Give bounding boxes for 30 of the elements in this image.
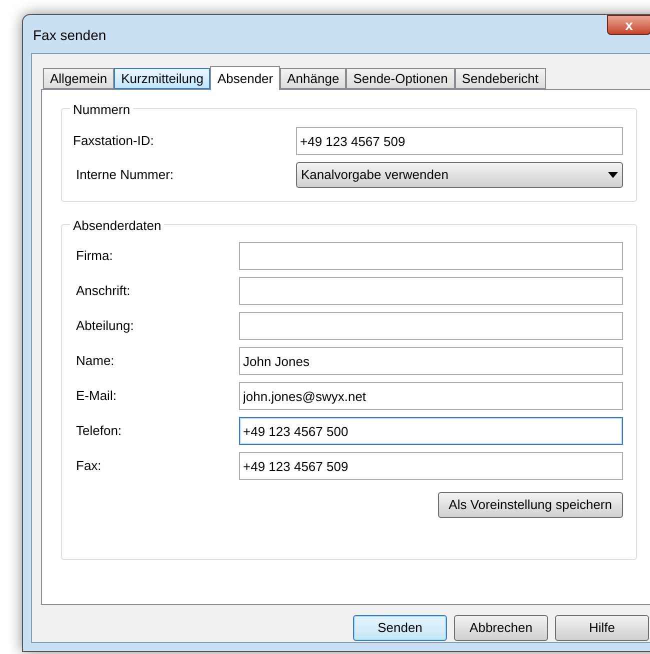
field-label: Fax: — [75, 457, 102, 476]
field-label: Faxstation-ID: — [73, 132, 155, 150]
tab[interactable]: Sendebericht — [454, 68, 546, 89]
window-title: Fax senden — [33, 26, 106, 44]
field-label: Telefon: — [75, 422, 123, 440]
tab[interactable]: Allgemein — [43, 68, 114, 89]
save-default-button[interactable]: Als Voreinstellung speichern — [438, 492, 623, 518]
caret-icon — [608, 172, 618, 178]
dialog-button[interactable]: Senden — [353, 615, 447, 641]
input-field[interactable]: John Jones — [239, 347, 623, 375]
field-label: E-Mail: — [75, 387, 118, 406]
tab[interactable]: Anhänge — [280, 68, 346, 89]
input-field[interactable]: john.jones@swyx.net — [239, 382, 623, 410]
input-field[interactable]: +49 123 4567 509 — [239, 452, 623, 480]
tab[interactable]: Sende-Optionen — [346, 68, 455, 89]
dialog-button[interactable]: Abbrechen — [454, 615, 548, 641]
dialog-button[interactable]: Hilfe — [555, 615, 649, 641]
field-label: Interne Nummer: — [75, 166, 175, 184]
input-field[interactable] — [239, 312, 623, 340]
field-label: Firma: — [75, 247, 114, 266]
tab[interactable]: Kurzmitteilung — [114, 68, 210, 89]
field-label: Name: — [75, 352, 116, 370]
input-field[interactable] — [239, 277, 623, 305]
field-label: Abteilung: — [75, 317, 135, 336]
field-label: Anschrift: — [75, 282, 132, 300]
input-field[interactable] — [239, 242, 623, 270]
tab[interactable]: Absender — [210, 66, 280, 90]
input-field[interactable]: +49 123 4567 509 — [296, 127, 623, 155]
input-field[interactable]: +49 123 4567 500 — [239, 417, 623, 445]
dropdown[interactable]: Kanalvorgabe verwenden — [296, 162, 623, 188]
